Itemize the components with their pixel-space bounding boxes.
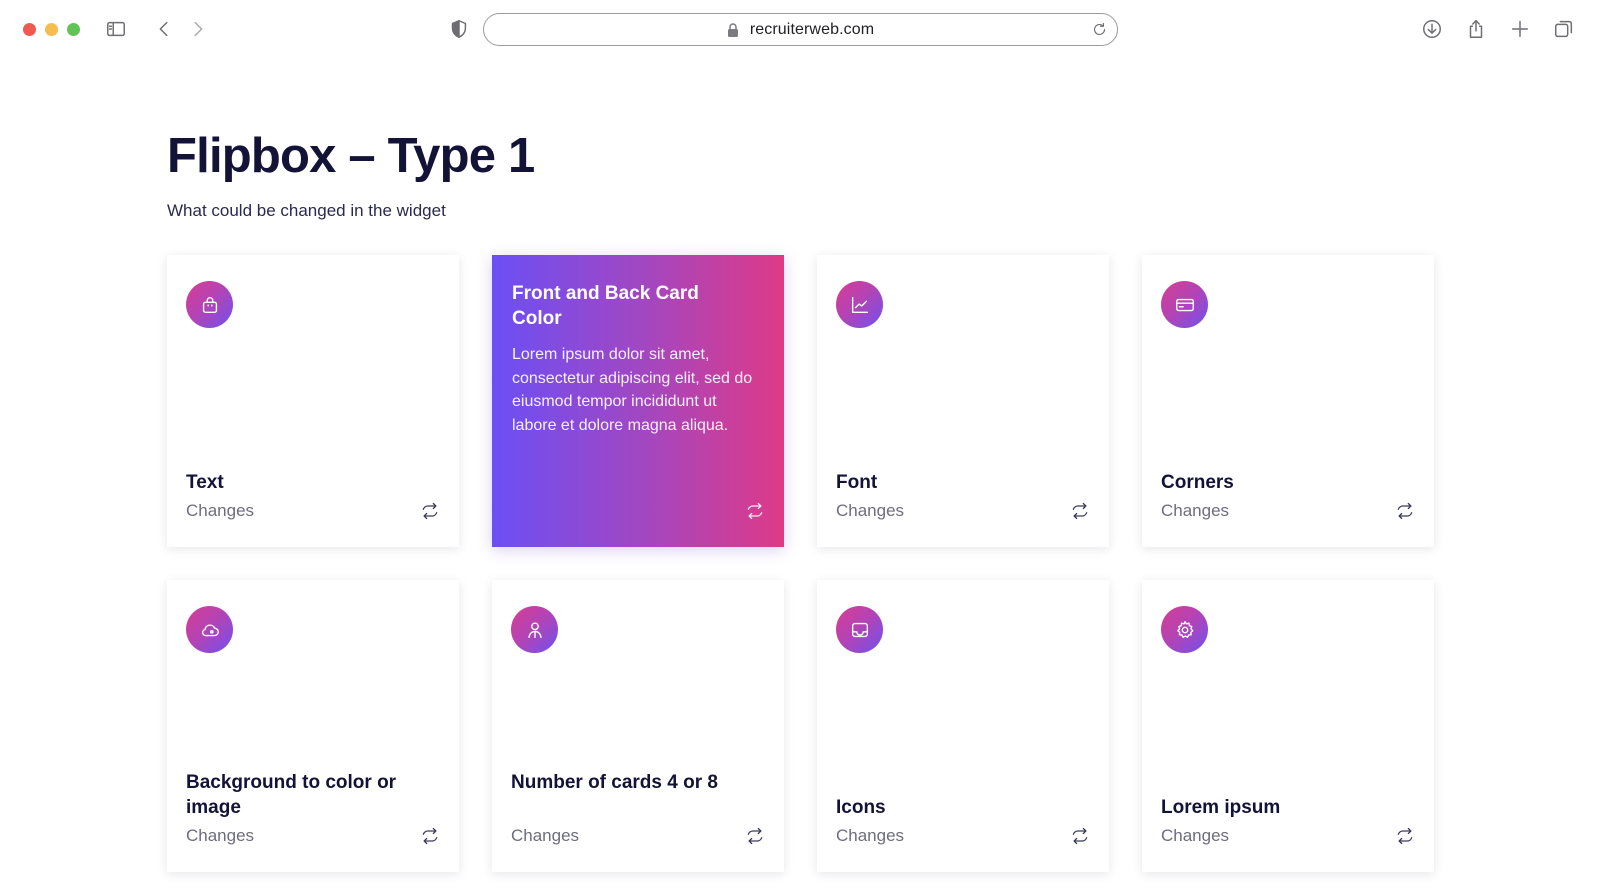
- card-subtitle: Changes: [186, 826, 255, 845]
- card-title: Font: [836, 472, 878, 493]
- card-subtitle: Changes: [186, 501, 255, 520]
- address-bar[interactable]: recruiterweb.com: [483, 13, 1118, 46]
- new-tab-icon[interactable]: [1508, 17, 1532, 41]
- card-subtitle: Changes: [836, 501, 905, 520]
- back-icon[interactable]: [152, 17, 176, 41]
- reload-icon[interactable]: [1091, 21, 1109, 39]
- card-subtitle: Changes: [511, 826, 580, 845]
- tab-overview-icon[interactable]: [1552, 17, 1576, 41]
- flip-icon[interactable]: [420, 826, 440, 846]
- url-text: recruiterweb.com: [749, 20, 875, 38]
- card-subtitle: Changes: [836, 826, 905, 845]
- card-subtitle: Changes: [1161, 826, 1230, 845]
- page-subtitle: What could be changed in the widget: [167, 201, 446, 220]
- lock-icon: [727, 22, 741, 37]
- credit-card-icon: [1161, 281, 1208, 328]
- card-title: Corners: [1161, 472, 1234, 493]
- sidebar-toggle-icon[interactable]: [104, 17, 128, 41]
- flipbox-card-icons[interactable]: Icons Changes: [817, 580, 1109, 872]
- flip-icon[interactable]: [745, 501, 765, 521]
- card-back-body: Lorem ipsum dolor sit amet, consectetur …: [512, 346, 753, 434]
- flipbox-card-number[interactable]: Number of cards 4 or 8 Changes: [492, 580, 784, 872]
- close-window-button[interactable]: [23, 23, 36, 36]
- cloud-icon: [186, 606, 233, 653]
- zoom-window-button[interactable]: [67, 23, 80, 36]
- flipbox-card-corners[interactable]: Corners Changes: [1142, 255, 1434, 547]
- card-title: Number of cards 4 or 8: [511, 772, 718, 793]
- browser-toolbar: recruiterweb.com: [0, 0, 1600, 58]
- page-title: Flipbox – Type 1: [167, 129, 535, 183]
- card-title: Text: [186, 472, 224, 493]
- chart-line-icon: [836, 281, 883, 328]
- flip-icon[interactable]: [1395, 501, 1415, 521]
- share-icon[interactable]: [1464, 17, 1488, 41]
- flip-icon[interactable]: [1070, 826, 1090, 846]
- flipbox-card-text[interactable]: Text Changes: [167, 255, 459, 547]
- flipbox-card-color-back[interactable]: Front and Back Card Color Lorem ipsum do…: [492, 255, 784, 547]
- flip-icon[interactable]: [1070, 501, 1090, 521]
- privacy-shield-icon[interactable]: [447, 17, 471, 41]
- card-subtitle: Changes: [1161, 501, 1230, 520]
- gear-icon: [1161, 606, 1208, 653]
- card-title: Background to color or image: [186, 772, 397, 818]
- flip-icon[interactable]: [1395, 826, 1415, 846]
- inbox-icon: [836, 606, 883, 653]
- flipbox-card-background[interactable]: Background to color or image Changes: [167, 580, 459, 872]
- flip-icon[interactable]: [745, 826, 765, 846]
- flipbox-card-font[interactable]: Font Changes: [817, 255, 1109, 547]
- card-title: Lorem ipsum: [1161, 797, 1281, 818]
- user-icon: [511, 606, 558, 653]
- shopping-bag-icon: [186, 281, 233, 328]
- forward-icon[interactable]: [186, 17, 210, 41]
- download-icon[interactable]: [1420, 17, 1444, 41]
- card-title: Icons: [836, 797, 886, 818]
- flip-icon[interactable]: [420, 501, 440, 521]
- flipbox-card-lorem[interactable]: Lorem ipsum Changes: [1142, 580, 1434, 872]
- card-back-title: Front and Back Card Color: [512, 283, 699, 329]
- minimize-window-button[interactable]: [45, 23, 58, 36]
